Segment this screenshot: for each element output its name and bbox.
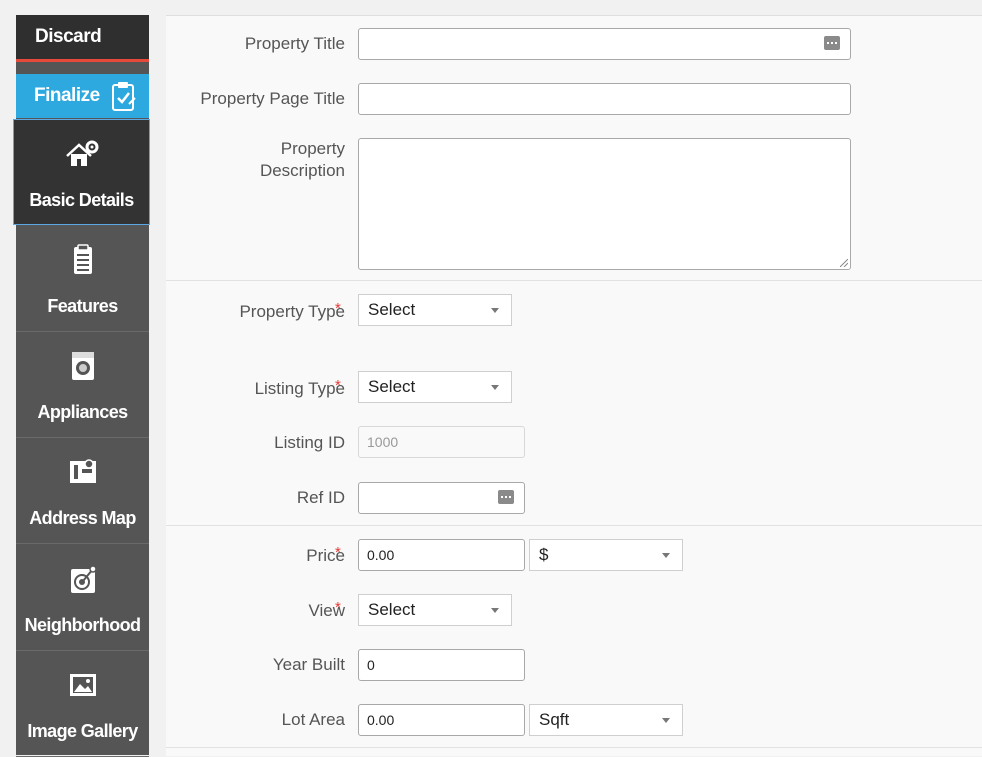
sidebar-item-basic-details[interactable]: Basic Details [13,119,150,225]
chevron-down-icon [662,553,670,558]
chevron-down-icon [491,608,499,613]
property-description-label-line1: Property [280,139,345,158]
chevron-down-icon [662,718,670,723]
sidebar-item-label: Neighborhood [24,615,141,635]
clipboard-check-icon [112,82,136,111]
chevron-down-icon [491,308,499,313]
listing-type-label: Listing Type [254,379,345,398]
resize-grip-icon[interactable] [840,259,848,267]
property-page-title-input[interactable] [358,83,851,115]
section-divider [166,280,982,281]
property-type-select[interactable]: Select [358,294,512,326]
section-divider [166,525,982,526]
clipboard-icon [73,244,92,274]
sidebar-item-label: Image Gallery [27,721,138,741]
price-input[interactable]: 0.00 [358,539,525,571]
keyboard-icon[interactable] [824,36,840,50]
area-unit-select[interactable]: Sqft [529,704,683,736]
finalize-label: Finalize [34,85,100,106]
sidebar-item-neighborhood[interactable]: Neighborhood [16,545,149,651]
chevron-down-icon [491,385,499,390]
view-select[interactable]: Select [358,594,512,626]
property-description-label-line2: Description [259,161,345,180]
ref-id-label: Ref ID [296,488,345,507]
required-marker: * [335,377,341,394]
sidebar-item-label: Appliances [37,402,128,422]
finalize-button[interactable]: Finalize [16,74,149,118]
map-icon [69,459,96,483]
required-marker: * [335,544,341,561]
house-gear-icon [65,140,98,166]
section-divider [166,747,982,748]
required-marker: * [335,599,341,616]
year-built-input[interactable]: 0 [358,649,525,681]
lot-area-input[interactable]: 0.00 [358,704,525,736]
discard-label: Discard [35,26,102,47]
sidebar: Discard Finalize Basic Details Features [13,15,150,757]
ref-id-input[interactable] [358,482,525,514]
listing-id-input[interactable]: 1000 [358,426,525,458]
image-icon [69,674,96,696]
washing-machine-icon [71,352,94,380]
currency-select[interactable]: $ [529,539,683,571]
keyboard-icon[interactable] [498,490,514,504]
sidebar-item-label: Address Map [29,508,136,528]
listing-type-select[interactable]: Select [358,371,512,403]
sidebar-item-address-map[interactable]: Address Map [16,438,149,544]
property-title-label: Property Title [244,34,345,53]
property-type-label: Property Type [239,302,345,321]
basic-details-form: Property Title Property Page Title Prope… [166,15,982,756]
required-marker: * [335,300,341,317]
listing-id-label: Listing ID [274,433,345,452]
sidebar-item-appliances[interactable]: Appliances [16,332,149,438]
year-built-label: Year Built [272,655,345,674]
lot-area-label: Lot Area [281,710,345,729]
discard-button[interactable]: Discard [16,15,149,62]
sidebar-item-features[interactable]: Features [16,226,149,332]
property-title-input[interactable] [358,28,851,60]
property-description-textarea[interactable] [358,138,851,270]
sidebar-item-label: Features [47,296,118,316]
sidebar-item-image-gallery[interactable]: Image Gallery [16,651,149,757]
target-icon [70,565,97,593]
property-page-title-label: Property Page Title [200,89,345,108]
sidebar-item-label: Basic Details [29,190,134,210]
